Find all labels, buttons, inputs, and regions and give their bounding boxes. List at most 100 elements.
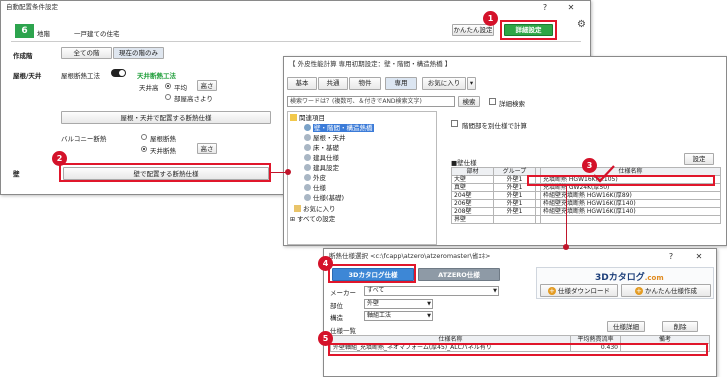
tab-dropdown[interactable]: ▾ bbox=[467, 77, 476, 90]
target-floor-label: 作成階 bbox=[13, 52, 33, 60]
balcony-height-button[interactable]: 高さ bbox=[197, 143, 217, 154]
roof-toggle[interactable] bbox=[111, 69, 126, 77]
toggle-knob bbox=[119, 70, 125, 76]
tab-favorites[interactable]: お気に入り bbox=[422, 77, 466, 90]
cell-member: 208壁 bbox=[451, 207, 494, 216]
help-button[interactable]: ? bbox=[538, 1, 552, 14]
tree-item-label: 壁・階間・構造熱橋 bbox=[313, 124, 374, 132]
house-type: 一戸建ての住宅 bbox=[74, 30, 120, 38]
tree-item-label: 仕様 bbox=[313, 184, 326, 192]
ceiling-insulation-radio[interactable] bbox=[141, 146, 147, 152]
roof-insulation-label: 屋根断熱工法 bbox=[61, 72, 100, 80]
close-button[interactable]: ✕ bbox=[692, 249, 706, 264]
titlebar: 自動配置条件設定 ? ✕ bbox=[1, 1, 590, 14]
tab-basic[interactable]: 基本 bbox=[287, 77, 317, 90]
plus-icon: + bbox=[547, 287, 556, 295]
tree-item-label: 建具設定 bbox=[313, 164, 339, 172]
room-height-radio[interactable] bbox=[165, 94, 171, 100]
floor-badge: 6 bbox=[15, 24, 34, 38]
cell-spec[interactable] bbox=[540, 215, 721, 224]
spec-search-button[interactable]: 検索 bbox=[458, 96, 480, 107]
tree-favorites[interactable]: お気に入り bbox=[294, 205, 336, 214]
spec-detail-button[interactable]: 仕様詳細 bbox=[607, 321, 645, 332]
easy-spec-create-button[interactable]: + かんたん仕様作成 bbox=[621, 284, 711, 297]
cell-spec[interactable]: 枠組壁充填断熱 HGW16K(厚140) bbox=[540, 199, 721, 208]
folder-icon bbox=[290, 114, 297, 121]
current-floor-button[interactable]: 現在の階のみ bbox=[113, 47, 164, 59]
easy-settings-button[interactable]: かんたん設定 bbox=[452, 24, 494, 36]
cell-spec[interactable]: 枠組壁充填断熱 HGW16K(厚89) bbox=[540, 191, 721, 200]
close-button[interactable]: ✕ bbox=[564, 1, 578, 14]
tree-item-label: 床・基礎 bbox=[313, 144, 339, 152]
gear-icon bbox=[304, 144, 311, 151]
gear-icon bbox=[304, 134, 311, 141]
structure-select[interactable]: 軸組工法 ▼ bbox=[364, 311, 433, 321]
table-row[interactable]: 208壁 外壁1 枠組壁充填断熱 HGW16K(厚140) bbox=[451, 207, 721, 216]
maker-select[interactable]: すべて ▼ bbox=[364, 286, 499, 296]
tree-item-foundation[interactable]: 仕様(基礎) bbox=[304, 194, 344, 203]
detail-search-checkbox[interactable] bbox=[489, 98, 496, 105]
wall-spec-settings-button[interactable]: 設定 bbox=[684, 153, 714, 165]
cell-group[interactable]: 外壁1 bbox=[493, 191, 536, 200]
tree-item-floor[interactable]: 床・基礎 bbox=[304, 144, 339, 153]
cell-group[interactable]: 外壁1 bbox=[493, 199, 536, 208]
roof-insulation-radio[interactable] bbox=[141, 134, 147, 140]
header-divider bbox=[11, 41, 581, 42]
tree-item-spec[interactable]: 仕様 bbox=[304, 184, 326, 193]
tab-property-label: 物件 bbox=[358, 79, 372, 87]
spec-search-input[interactable]: 検索ワードは？(複数可、＆付きでAND検索文字) bbox=[287, 96, 455, 107]
balcony-insulation-label: バルコニー断熱 bbox=[61, 135, 107, 143]
connector-line-vertical bbox=[566, 186, 567, 248]
part-value: 外壁 bbox=[367, 300, 380, 307]
tab-atzero[interactable]: ATZERO仕様 bbox=[418, 268, 500, 281]
separate-floor-checkbox[interactable] bbox=[451, 120, 458, 127]
all-floors-button[interactable]: 全ての階 bbox=[61, 47, 112, 59]
help-button[interactable]: ? bbox=[664, 249, 678, 264]
tree-all-settings[interactable]: ⊞ すべての設定 bbox=[290, 215, 335, 224]
maker-value: すべて bbox=[367, 287, 385, 294]
chevron-down-icon: ▼ bbox=[427, 313, 431, 319]
ceiling-height-label: 天井高 bbox=[139, 84, 159, 92]
tab-common[interactable]: 共通 bbox=[318, 77, 348, 90]
spec-download-button[interactable]: + 仕様ダウンロード bbox=[540, 284, 618, 297]
star-icon bbox=[294, 205, 301, 212]
cell-spec[interactable]: 枠組壁充填断熱 HGW16K(厚140) bbox=[540, 207, 721, 216]
part-select[interactable]: 外壁 ▼ bbox=[364, 299, 433, 309]
cell-group[interactable]: 外壁1 bbox=[493, 207, 536, 216]
cell-member: 206壁 bbox=[451, 199, 494, 208]
gear-icon bbox=[304, 154, 311, 161]
tree-root[interactable]: 関連項目 bbox=[290, 114, 325, 123]
table-row[interactable]: 界壁 bbox=[451, 215, 721, 224]
step-badge-2: 2 bbox=[52, 151, 67, 166]
highlight-table-row bbox=[527, 175, 715, 186]
structure-label: 構造 bbox=[330, 314, 343, 322]
tree-item-envelope[interactable]: 外皮 bbox=[304, 174, 326, 183]
tree-item-fittings-setting[interactable]: 建具設定 bbox=[304, 164, 339, 173]
expand-icon: ⊞ bbox=[290, 216, 297, 223]
catalog-logo: 3Dカタログ.com bbox=[595, 270, 664, 283]
gear-icon[interactable]: ⚙ bbox=[577, 19, 586, 30]
tab-dedicated[interactable]: 専用 bbox=[385, 77, 417, 90]
spec-titlebar: 【 外皮性能計算 専用初期設定：壁・階間・構造熱橋 】 bbox=[284, 57, 726, 72]
tree-item-wall[interactable]: 壁・階間・構造熱橋 bbox=[304, 124, 374, 133]
tree-item-label: 仕様(基礎) bbox=[313, 194, 345, 202]
tree-item-roof[interactable]: 屋根・天井 bbox=[304, 134, 346, 143]
table-row[interactable]: 204壁 外壁1 枠組壁充填断熱 HGW16K(厚89) bbox=[451, 191, 721, 200]
catalog-logo-box: 3Dカタログ.com + 仕様ダウンロード + かんたん仕様作成 bbox=[536, 267, 714, 299]
tab-property[interactable]: 物件 bbox=[349, 77, 381, 90]
average-radio[interactable] bbox=[165, 83, 171, 89]
tab-dedicated-label: 専用 bbox=[394, 79, 408, 87]
cell-member: 204壁 bbox=[451, 191, 494, 200]
wall-spec-label: ■壁仕様 bbox=[451, 159, 477, 167]
tree-item-fittings-spec[interactable]: 建具仕様 bbox=[304, 154, 339, 163]
step-badge-1: 1 bbox=[483, 11, 498, 26]
logo-suffix: .com bbox=[644, 274, 664, 282]
roof-ceiling-spec-button[interactable]: 屋根・天井で配置する断熱仕様 bbox=[61, 111, 271, 124]
delete-button[interactable]: 削除 bbox=[662, 321, 698, 332]
cell-member: 真壁 bbox=[451, 183, 494, 192]
table-row[interactable]: 206壁 外壁1 枠組壁充填断熱 HGW16K(厚140) bbox=[451, 199, 721, 208]
cell-group[interactable] bbox=[493, 215, 536, 224]
checkmark-icon bbox=[593, 165, 615, 183]
height-button[interactable]: 高さ bbox=[197, 80, 217, 91]
ceiling-insulation-label: 天井断熱工法 bbox=[137, 72, 176, 80]
